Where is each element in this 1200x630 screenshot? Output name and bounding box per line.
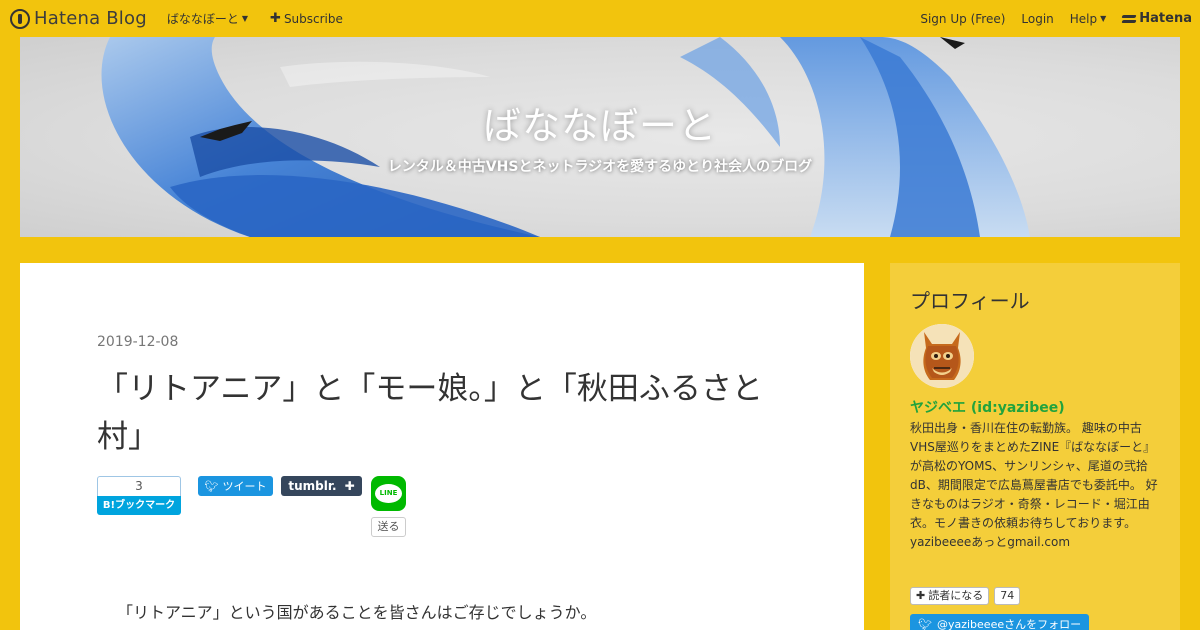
help-dropdown[interactable]: Help ▼ <box>1070 12 1107 26</box>
avatar[interactable] <box>910 324 974 388</box>
bookmark-label: B!ブックマーク <box>97 496 181 515</box>
blog-header-banner: ばななぼーと レンタル＆中古VHSとネットラジオを愛するゆとり社会人のブログ <box>20 37 1180 237</box>
signup-link[interactable]: Sign Up (Free) <box>920 12 1005 26</box>
become-reader-label: 読者になる <box>928 589 984 602</box>
help-label: Help <box>1069 11 1098 26</box>
line-icon[interactable]: LINE <box>371 476 406 511</box>
hatena-global-header: Hatena Blog ばななぼーと ▼ ✚ Subscribe Sign Up… <box>0 0 1200 37</box>
profile-heading: プロフィール <box>910 289 1030 313</box>
hatena-link[interactable]: Hatena <box>1122 11 1192 26</box>
avatar-mask-image <box>910 324 974 388</box>
hatena-icon <box>1122 14 1136 24</box>
profile-description: 秋田出身・香川在住の転勤族。 趣味の中古VHS屋巡りをまとめたZINE『ばななぼ… <box>910 421 1158 549</box>
bookmark-count: 3 <box>97 476 181 496</box>
blog-description: レンタル＆中古VHSとネットラジオを愛するゆとり社会人のブログ <box>387 159 813 175</box>
reader-row: ✚ 読者になる 74 <box>910 587 1021 605</box>
plus-icon: ✚ <box>916 589 926 602</box>
caret-down-icon: ▼ <box>1100 14 1107 23</box>
blog-menu-dropdown[interactable]: ばななぼーと ▼ <box>167 10 248 27</box>
plus-icon: ✚ <box>270 11 281 26</box>
tumblr-share-button[interactable]: tumblr. ✚ <box>281 476 362 496</box>
subscribe-label: Subscribe <box>283 11 343 26</box>
tweet-label: ツイート <box>222 480 267 493</box>
tweet-button[interactable]: 🐦︎ ツイート <box>198 476 273 496</box>
profile-name[interactable]: ヤジベエ (id:yazibee) <box>910 397 1065 417</box>
line-share: LINE 送る <box>371 476 407 537</box>
hatena-label: Hatena <box>1139 11 1192 26</box>
caret-down-icon: ▼ <box>241 14 249 23</box>
twitter-bird-icon: 🐦︎ <box>918 617 932 630</box>
line-icon-label: LINE <box>375 484 402 503</box>
hatena-blog-logo-icon <box>10 8 30 29</box>
subscribe-button[interactable]: ✚ Subscribe <box>270 11 343 26</box>
plus-icon: ✚ <box>344 479 355 493</box>
blog-title[interactable]: ばななぼーと <box>20 95 1180 150</box>
hatena-blog-logo[interactable]: Hatena Blog <box>10 8 147 29</box>
become-reader-button[interactable]: ✚ 読者になる <box>910 587 990 605</box>
header-left: Hatena Blog ばななぼーと ▼ ✚ Subscribe <box>0 0 343 37</box>
sidebar-profile-module: プロフィール ヤジベエ (id:yazibee) 秋田出身・香川在住の転勤族。 … <box>890 263 1180 630</box>
hatena-blog-logo-text: Hatena Blog <box>34 8 147 29</box>
twitter-follow-button[interactable]: 🐦︎ @yazibeeeeさんをフォロー <box>910 614 1090 630</box>
reader-count: 74 <box>994 587 1021 605</box>
twitter-follow-label: @yazibeeeeさんをフォロー <box>936 618 1082 630</box>
main-content: 2019-12-08 「リトアニア」と「モー娘。」と「秋田ふるさと村」 3 B!… <box>20 263 864 630</box>
header-right: Sign Up (Free) Login Help ▼ Hatena <box>920 0 1192 37</box>
blog-menu-label: ばななぼーと <box>166 12 239 26</box>
line-send-button[interactable]: 送る <box>371 517 406 537</box>
tumblr-label: tumblr. <box>288 479 337 493</box>
post-title[interactable]: 「リトアニア」と「モー娘。」と「秋田ふるさと村」 <box>97 365 797 461</box>
post-first-paragraph: 「リトアニア」という国があることを皆さんはご存じでしょうか。 <box>117 603 597 622</box>
twitter-bird-icon: 🐦︎ <box>204 479 219 493</box>
hatena-bookmark-button[interactable]: 3 B!ブックマーク <box>97 476 181 515</box>
post-date[interactable]: 2019-12-08 <box>97 334 178 350</box>
login-link[interactable]: Login <box>1021 12 1053 26</box>
